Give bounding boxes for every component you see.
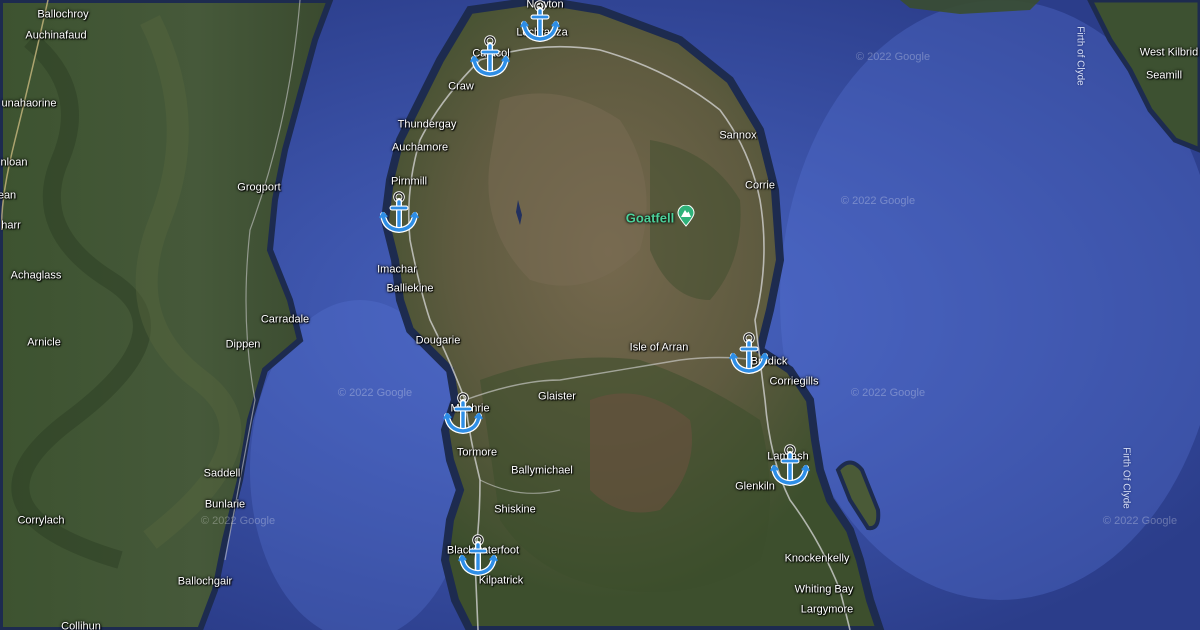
place-label-ean[interactable]: ean bbox=[0, 190, 16, 203]
place-label-craw[interactable]: Craw bbox=[448, 81, 474, 94]
anchor-icon[interactable] bbox=[520, 0, 560, 44]
place-label-harr[interactable]: harr bbox=[1, 220, 21, 233]
place-label-auchinafaud[interactable]: Auchinafaud bbox=[25, 30, 86, 43]
place-label-hloan[interactable]: nloan bbox=[1, 157, 28, 170]
map-terrain bbox=[0, 0, 1200, 630]
place-label-bunlarie[interactable]: Bunlarie bbox=[205, 499, 245, 512]
sea-highlight bbox=[780, 0, 1200, 600]
place-label-arnicle[interactable]: Arnicle bbox=[27, 337, 61, 350]
place-label-auchamore[interactable]: Auchamore bbox=[392, 142, 448, 155]
place-label-isle-of-arran[interactable]: Isle of Arran bbox=[630, 342, 689, 355]
place-label-imachar[interactable]: Imachar bbox=[377, 264, 417, 277]
place-label-ballymichael[interactable]: Ballymichael bbox=[511, 465, 573, 478]
place-label-carradale[interactable]: Carradale bbox=[261, 314, 309, 327]
anchor-icon[interactable] bbox=[470, 35, 510, 79]
place-label-sannox[interactable]: Sannox bbox=[719, 130, 756, 143]
place-label-west-kilbride[interactable]: West Kilbrid bbox=[1140, 47, 1198, 60]
place-label-dippen[interactable]: Dippen bbox=[226, 339, 261, 352]
place-label-achaglass[interactable]: Achaglass bbox=[11, 270, 62, 283]
place-label-corriegills[interactable]: Corriegills bbox=[770, 376, 819, 389]
place-label-collihun[interactable]: Collihun bbox=[61, 621, 101, 630]
water-label-firth-of-clyde: Firth of Clyde bbox=[1074, 26, 1086, 86]
satellite-map[interactable]: © 2022 Google © 2022 Google © 2022 Googl… bbox=[0, 0, 1200, 630]
place-label-shiskine[interactable]: Shiskine bbox=[494, 504, 536, 517]
place-label-largymore[interactable]: Largymore bbox=[801, 604, 854, 617]
watermark: © 2022 Google bbox=[200, 515, 276, 527]
place-label-tormore[interactable]: Tormore bbox=[457, 447, 497, 460]
watermark: © 2022 Google bbox=[855, 51, 931, 63]
mountain-peak-icon[interactable] bbox=[677, 205, 695, 227]
anchor-icon[interactable] bbox=[379, 191, 419, 235]
place-label-whiting-bay[interactable]: Whiting Bay bbox=[795, 584, 854, 597]
place-label-glaister[interactable]: Glaister bbox=[538, 391, 576, 404]
watermark: © 2022 Google bbox=[850, 387, 926, 399]
anchor-icon[interactable] bbox=[443, 392, 483, 436]
place-label-corrie[interactable]: Corrie bbox=[745, 180, 775, 193]
place-label-seamill[interactable]: Seamill bbox=[1146, 70, 1182, 83]
place-label-corrylach[interactable]: Corrylach bbox=[17, 515, 64, 528]
anchor-icon[interactable] bbox=[770, 444, 810, 488]
place-label-runahaorine[interactable]: unahaorine bbox=[1, 98, 56, 111]
place-label-glenkiln[interactable]: Glenkiln bbox=[735, 481, 775, 494]
place-label-thundergay[interactable]: Thundergay bbox=[398, 119, 457, 132]
watermark: © 2022 Google bbox=[840, 195, 916, 207]
anchor-icon[interactable] bbox=[458, 534, 498, 578]
place-label-ballochgair[interactable]: Ballochgair bbox=[178, 576, 232, 589]
watermark: © 2022 Google bbox=[337, 387, 413, 399]
place-label-saddell[interactable]: Saddell bbox=[204, 468, 241, 481]
place-label-balliekine[interactable]: Balliekine bbox=[386, 283, 433, 296]
place-label-pirnmill[interactable]: Pirnmill bbox=[391, 176, 427, 189]
place-label-ballochroy[interactable]: Ballochroy bbox=[37, 9, 88, 22]
place-label-dougarie[interactable]: Dougarie bbox=[416, 335, 461, 348]
place-label-knockenkelly[interactable]: Knockenkelly bbox=[785, 553, 850, 566]
poi-label-goatfell[interactable]: Goatfell bbox=[626, 212, 674, 225]
watermark: © 2022 Google bbox=[1102, 515, 1178, 527]
place-label-grogport[interactable]: Grogport bbox=[237, 182, 280, 195]
anchor-icon[interactable] bbox=[729, 332, 769, 376]
water-label-firth-of-clyde: Firth Of Clyde bbox=[1120, 447, 1132, 509]
